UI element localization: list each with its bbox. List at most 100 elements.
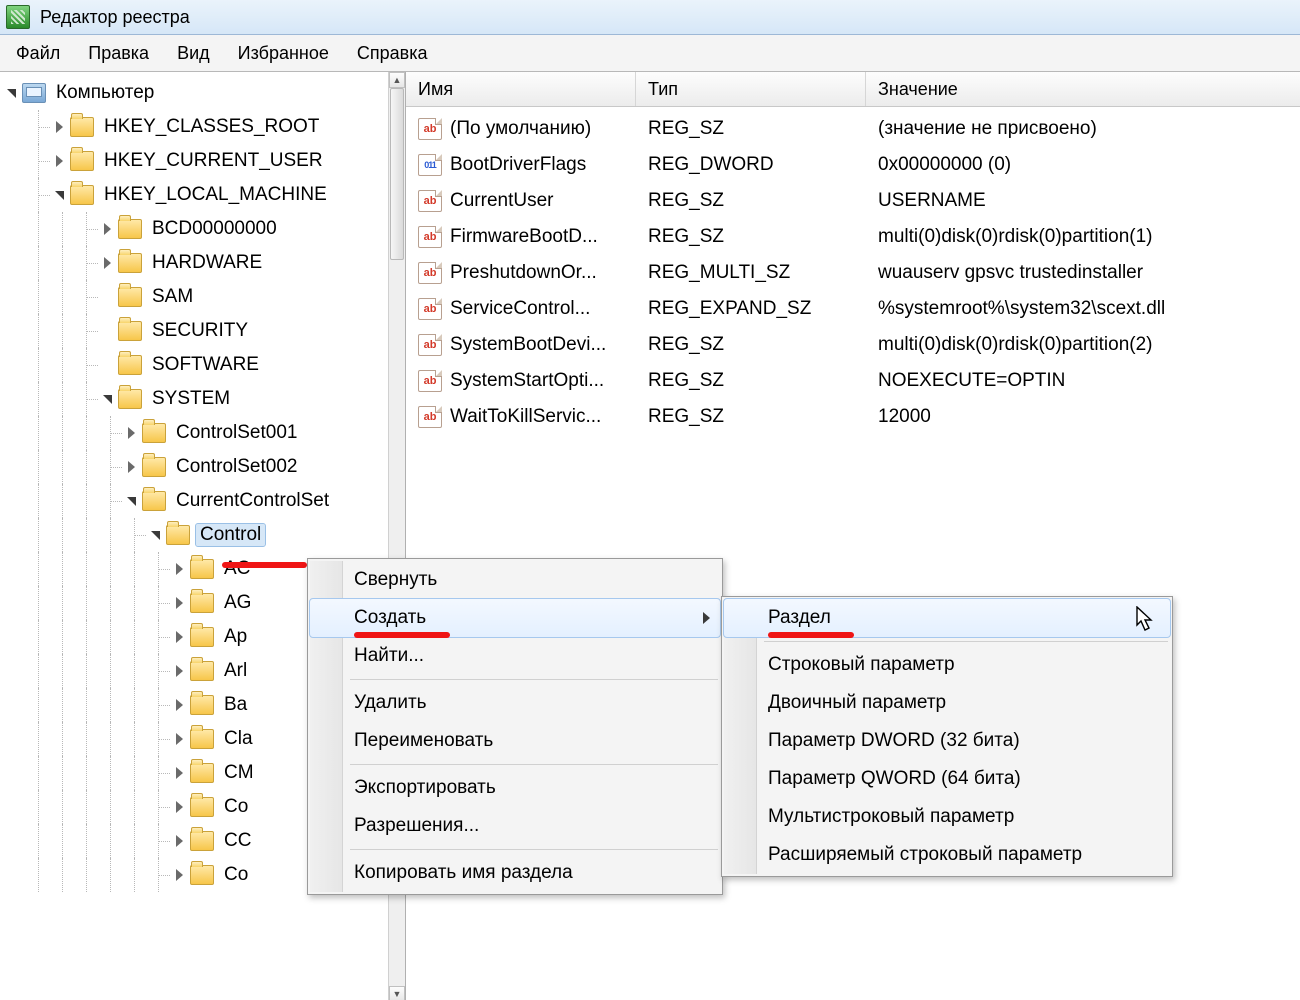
- chevron-right-icon[interactable]: [172, 833, 188, 849]
- chevron-right-icon[interactable]: [172, 561, 188, 577]
- submenu-item[interactable]: Раздел: [724, 599, 1170, 637]
- context-menu[interactable]: СвернутьСоздатьНайти... УдалитьПереименов…: [307, 558, 723, 895]
- menu-item[interactable]: Копировать имя раздела: [310, 854, 720, 892]
- titlebar: Редактор реестра: [0, 0, 1300, 35]
- value-type: REG_SZ: [636, 406, 866, 428]
- menu-favorites[interactable]: Избранное: [224, 37, 343, 70]
- tree-system-ccs[interactable]: CurrentControlSet: [4, 484, 389, 518]
- tree-system-cs001[interactable]: ControlSet001: [4, 416, 389, 450]
- value-row[interactable]: ab(По умолчанию)REG_SZ(значение не присв…: [406, 111, 1300, 147]
- computer-icon: [22, 83, 46, 103]
- chevron-right-icon[interactable]: [52, 119, 68, 135]
- chevron-right-icon[interactable]: [172, 595, 188, 611]
- submenu-item[interactable]: Расширяемый строковый параметр: [724, 836, 1170, 874]
- folder-icon: [142, 491, 166, 511]
- tree-guide: [4, 348, 28, 382]
- tree-guide: [4, 314, 28, 348]
- chevron-right-icon[interactable]: [124, 425, 140, 441]
- tree-guide: [124, 824, 148, 858]
- menu-item[interactable]: Найти...: [310, 637, 720, 675]
- col-name[interactable]: Имя: [406, 72, 636, 106]
- tree-guide: [4, 586, 28, 620]
- tree-hive-hkcu[interactable]: HKEY_CURRENT_USER: [4, 144, 389, 178]
- menu-help[interactable]: Справка: [343, 37, 442, 70]
- tree-hklm-system[interactable]: SYSTEM: [4, 382, 389, 416]
- tree-guide: [28, 110, 52, 144]
- tree-guide: [4, 620, 28, 654]
- chevron-down-icon[interactable]: [124, 493, 140, 509]
- submenu-item[interactable]: Параметр QWORD (64 бита): [724, 760, 1170, 798]
- chevron-down-icon[interactable]: [4, 85, 20, 101]
- menu-item[interactable]: Удалить: [310, 684, 720, 722]
- folder-icon: [166, 525, 190, 545]
- value-row[interactable]: abPreshutdownOr...REG_MULTI_SZwuauserv g…: [406, 255, 1300, 291]
- tree-hive-hklm[interactable]: HKEY_LOCAL_MACHINE: [4, 178, 389, 212]
- scroll-up-icon[interactable]: ▲: [389, 72, 405, 88]
- tree-system-cs002[interactable]: ControlSet002: [4, 450, 389, 484]
- chevron-right-icon[interactable]: [52, 153, 68, 169]
- menu-view[interactable]: Вид: [163, 37, 224, 70]
- tree-ccs-control[interactable]: Control: [4, 518, 389, 552]
- folder-icon: [70, 185, 94, 205]
- folder-icon: [70, 117, 94, 137]
- tree-hklm-security[interactable]: SECURITY: [4, 314, 389, 348]
- submenu-item[interactable]: Строковый параметр: [724, 646, 1170, 684]
- value-row[interactable]: abWaitToKillServic...REG_SZ12000: [406, 399, 1300, 435]
- chevron-right-icon[interactable]: [100, 221, 116, 237]
- chevron-right-icon[interactable]: [172, 697, 188, 713]
- value-row[interactable]: abFirmwareBootD...REG_SZmulti(0)disk(0)r…: [406, 219, 1300, 255]
- chevron-right-icon[interactable]: [172, 765, 188, 781]
- menu-item[interactable]: Переименовать: [310, 722, 720, 760]
- chevron-down-icon[interactable]: [148, 527, 164, 543]
- value-data: USERNAME: [866, 190, 1300, 212]
- tree-item-label: HKEY_CLASSES_ROOT: [100, 116, 323, 138]
- menu-edit[interactable]: Правка: [74, 37, 163, 70]
- tree-hive-hkcr[interactable]: HKEY_CLASSES_ROOT: [4, 110, 389, 144]
- menu-file[interactable]: Файл: [2, 37, 74, 70]
- tree-hklm-software[interactable]: SOFTWARE: [4, 348, 389, 382]
- scroll-thumb[interactable]: [390, 88, 404, 260]
- value-data: multi(0)disk(0)rdisk(0)partition(1): [866, 226, 1300, 248]
- menu-item[interactable]: Экспортировать: [310, 769, 720, 807]
- value-data: %systemroot%\system32\scext.dll: [866, 298, 1300, 320]
- value-name: FirmwareBootD...: [450, 226, 598, 248]
- menu-item[interactable]: Свернуть: [310, 561, 720, 599]
- context-submenu-create[interactable]: Раздел Строковый параметрДвоичный парамет…: [721, 596, 1173, 877]
- tree-root-computer[interactable]: Компьютер: [4, 76, 389, 110]
- tree-guide: [52, 756, 76, 790]
- menu-separator: [764, 641, 1168, 642]
- chevron-right-icon[interactable]: [172, 867, 188, 883]
- tree-guide: [148, 654, 172, 688]
- menu-item[interactable]: Создать: [310, 599, 720, 637]
- col-value[interactable]: Значение: [866, 72, 1300, 106]
- chevron-right-icon[interactable]: [172, 663, 188, 679]
- value-row[interactable]: abSystemStartOpti...REG_SZ NOEXECUTE=OPT…: [406, 363, 1300, 399]
- value-row[interactable]: abSystemBootDevi...REG_SZmulti(0)disk(0)…: [406, 327, 1300, 363]
- chevron-down-icon[interactable]: [100, 391, 116, 407]
- folder-icon: [142, 423, 166, 443]
- scroll-down-icon[interactable]: ▼: [389, 986, 405, 1000]
- value-row[interactable]: 011BootDriverFlagsREG_DWORD0x00000000 (0…: [406, 147, 1300, 183]
- submenu-item[interactable]: Мультистроковый параметр: [724, 798, 1170, 836]
- value-name: (По умолчанию): [450, 118, 591, 140]
- chevron-right-icon[interactable]: [124, 459, 140, 475]
- tree-guide: [52, 824, 76, 858]
- chevron-right-icon[interactable]: [172, 731, 188, 747]
- chevron-right-icon[interactable]: [172, 629, 188, 645]
- value-row[interactable]: abServiceControl...REG_EXPAND_SZ%systemr…: [406, 291, 1300, 327]
- submenu-item[interactable]: Двоичный параметр: [724, 684, 1170, 722]
- tree-guide: [52, 654, 76, 688]
- value-data: 0x00000000 (0): [866, 154, 1300, 176]
- chevron-right-icon[interactable]: [172, 799, 188, 815]
- chevron-down-icon[interactable]: [52, 187, 68, 203]
- menu-item[interactable]: Разрешения...: [310, 807, 720, 845]
- tree-guide: [100, 450, 124, 484]
- tree-hklm-bcd[interactable]: BCD00000000: [4, 212, 389, 246]
- tree-hklm-sam[interactable]: SAM: [4, 280, 389, 314]
- value-row[interactable]: abCurrentUserREG_SZUSERNAME: [406, 183, 1300, 219]
- chevron-right-icon[interactable]: [100, 255, 116, 271]
- tree-guide: [76, 586, 100, 620]
- col-type[interactable]: Тип: [636, 72, 866, 106]
- tree-hklm-hardware[interactable]: HARDWARE: [4, 246, 389, 280]
- submenu-item[interactable]: Параметр DWORD (32 бита): [724, 722, 1170, 760]
